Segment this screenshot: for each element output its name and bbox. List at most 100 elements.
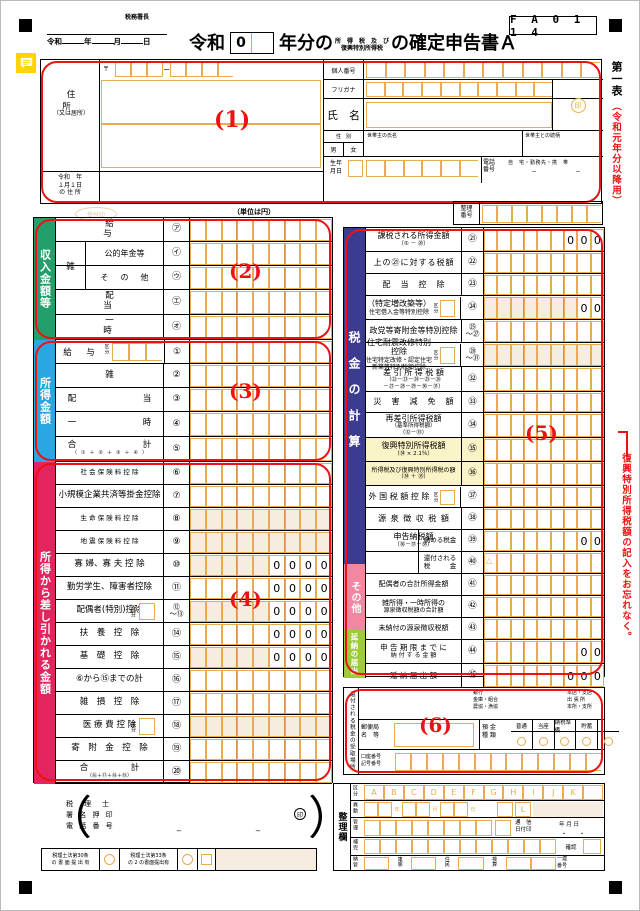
deposit-type-option[interactable]: 普通	[511, 720, 533, 750]
seiri-kubun-cell[interactable]: I	[523, 785, 544, 800]
branch-type-options[interactable]: 本店・支店出 張 所本所・支所	[567, 690, 592, 711]
seiri-kanri-extra[interactable]	[495, 820, 511, 836]
seiri-kubun-cell[interactable]: K	[563, 785, 584, 800]
row-value-input[interactable]: 0000	[190, 624, 332, 645]
row-value-input[interactable]	[484, 597, 604, 617]
kubun-input[interactable]	[139, 603, 155, 620]
row-value-input[interactable]	[484, 321, 604, 342]
row-value-input[interactable]	[190, 438, 332, 461]
bank-branch-input[interactable]	[505, 690, 565, 717]
kubun-input[interactable]	[440, 346, 455, 364]
row-value-input[interactable]	[484, 509, 604, 529]
deposit-type-option[interactable]	[598, 720, 619, 750]
address-line-1[interactable]	[101, 80, 321, 124]
row-value-input[interactable]	[190, 341, 332, 363]
ichiren-input[interactable]	[573, 856, 603, 870]
row-value-input[interactable]	[190, 693, 332, 714]
row-value-input[interactable]	[190, 762, 332, 783]
seiri-kubun-cell[interactable]: D	[423, 785, 444, 800]
row-value-input[interactable]: 000	[484, 665, 604, 687]
birth-era-input[interactable]	[348, 160, 363, 177]
row-value-input[interactable]	[190, 509, 332, 530]
row-value-input[interactable]	[190, 739, 332, 760]
note30-checkbox[interactable]	[100, 849, 120, 870]
row-value-input[interactable]	[190, 463, 332, 484]
phone-number-input[interactable]: − −	[512, 168, 600, 175]
submission-date-line[interactable]: 令和 年 月 日	[47, 36, 151, 47]
year-input-box[interactable]: 0	[230, 32, 274, 54]
deposit-type-option[interactable]: 貯蓄	[576, 720, 599, 750]
phone-type-options[interactable]: 自 宅・勤務先・携 帯	[508, 159, 569, 166]
row-value-input[interactable]	[484, 619, 604, 639]
seiri-kubun-cell[interactable]: B	[383, 785, 404, 800]
row-value-input[interactable]: 00	[484, 641, 604, 663]
postal-code-input[interactable]: −	[115, 62, 233, 77]
row-value-input[interactable]	[190, 219, 332, 241]
seiri-kubun-cells[interactable]: ABCDEFGHIJK	[364, 785, 604, 800]
name-input[interactable]	[366, 102, 552, 128]
row-value-input[interactable]	[190, 486, 332, 507]
furigana-input[interactable]	[366, 82, 553, 97]
seiri-idou-l[interactable]: L	[515, 802, 531, 817]
deposit-type-options[interactable]: 普通 当座 納税準備 貯蓄	[511, 720, 619, 750]
birth-date-input[interactable]	[366, 160, 478, 177]
seiri-kubun-cell[interactable]: F	[463, 785, 484, 800]
row-value-input[interactable]	[190, 532, 332, 553]
row-value-input[interactable]	[484, 275, 604, 295]
seiri-number-input[interactable]	[482, 205, 601, 223]
row-value-input[interactable]: 00	[484, 531, 604, 551]
kubun-field[interactable]: 区分	[432, 487, 461, 507]
row-value-input[interactable]: 000	[484, 229, 604, 251]
seiri-kubun-cell[interactable]: A	[364, 785, 384, 800]
seiri-kubun-cell[interactable]: J	[543, 785, 564, 800]
deposit-type-option[interactable]: 納税準備	[554, 720, 577, 750]
comment-bubble-icon[interactable]	[16, 53, 36, 73]
account-number-input[interactable]	[395, 753, 601, 771]
seiri-kubun-cell[interactable]: H	[503, 785, 524, 800]
row-value-input[interactable]	[484, 463, 604, 485]
row-value-input[interactable]	[484, 368, 604, 391]
jan1-address-input[interactable]	[101, 175, 321, 200]
kubun-field[interactable]: 区分	[432, 297, 461, 319]
row-value-input[interactable]	[190, 716, 332, 737]
row-value-input[interactable]: 0000	[190, 555, 332, 576]
kubun-input[interactable]	[139, 718, 155, 735]
gender-male-option[interactable]: 男	[324, 143, 344, 156]
address-line-2[interactable]	[101, 124, 321, 168]
row-value-input[interactable]	[190, 316, 332, 339]
row-value-input[interactable]	[484, 393, 604, 412]
deposit-type-option[interactable]: 当座	[532, 720, 555, 750]
kubun-input[interactable]	[440, 299, 455, 317]
kubun-input[interactable]	[112, 343, 162, 361]
row-value-input[interactable]	[190, 670, 332, 691]
row-value-input[interactable]	[484, 575, 604, 595]
tax-office-blank[interactable]	[47, 22, 167, 35]
kakunin-input[interactable]	[583, 839, 601, 854]
row-value-input[interactable]: 00	[484, 297, 604, 319]
row-value-input[interactable]	[484, 344, 604, 366]
tax-agent-phone-dashes[interactable]: − −	[176, 827, 261, 835]
seiri-kanri-cells[interactable]	[364, 820, 492, 836]
row-value-input[interactable]	[190, 291, 332, 314]
row-value-input[interactable]: △	[484, 553, 604, 573]
kubun-input[interactable]	[440, 489, 455, 505]
seal-area[interactable]: 印	[552, 80, 603, 131]
gender-female-option[interactable]: 女	[344, 143, 363, 156]
row-value-input[interactable]	[484, 487, 604, 507]
seiri-kubun-cell[interactable]: G	[483, 785, 504, 800]
row-value-input[interactable]	[190, 413, 332, 436]
kubun-field[interactable]: 区分	[130, 716, 163, 737]
seiri-kubun-cell[interactable]: C	[403, 785, 424, 800]
my-number-input[interactable]	[366, 62, 600, 78]
bank-name-input[interactable]	[361, 690, 471, 717]
kubun-field[interactable]: 区分	[432, 344, 461, 366]
householder-relation-input[interactable]	[524, 141, 602, 156]
householder-name-input[interactable]	[366, 141, 521, 156]
seiri-nouzei-cells[interactable]: 車賑 住民 検算	[364, 856, 557, 870]
seiri-idou-extra[interactable]	[497, 802, 513, 817]
note-extra-checkbox[interactable]	[198, 849, 216, 870]
note-extra-area[interactable]	[216, 849, 316, 870]
row-value-input[interactable]: 0000	[190, 647, 332, 668]
row-value-input[interactable]	[484, 253, 604, 273]
seiri-idou-date[interactable]: 年月日	[364, 802, 494, 817]
